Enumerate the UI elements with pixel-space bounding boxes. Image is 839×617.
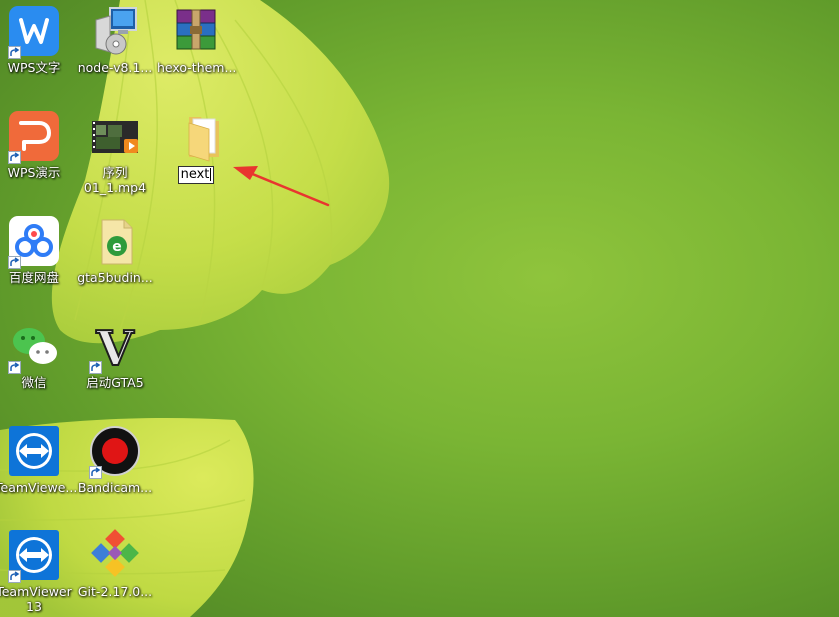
wps-writer-shortcut[interactable]: WPS文字	[0, 0, 73, 104]
node-installer[interactable]: node-v8.1...	[76, 0, 154, 104]
baidu-pan-label: 百度网盘	[8, 270, 59, 285]
shortcut-arrow-icon	[89, 466, 102, 479]
wps-presentation-label: WPS演示	[7, 165, 61, 180]
node-installer-label: node-v8.1...	[77, 60, 153, 75]
hexo-theme-label: hexo-them...	[157, 60, 237, 75]
wps-writer-icon	[7, 4, 61, 59]
teamviewer-label: TeamViewe...	[0, 480, 78, 495]
video-file-label-line2: 01_1.mp4	[83, 180, 147, 195]
shortcut-arrow-icon	[8, 256, 21, 269]
bandicam-label: Bandicam...	[77, 480, 153, 495]
wps-presentation-icon	[7, 109, 61, 164]
shortcut-arrow-icon	[8, 570, 21, 583]
shortcut-arrow-icon	[8, 46, 21, 59]
text-caret	[210, 168, 212, 181]
folder-icon	[169, 109, 223, 163]
gta5budin-label: gta5budin...	[77, 270, 153, 285]
bandicam-shortcut[interactable]: Bandicam...	[76, 420, 154, 524]
hexo-theme-archive[interactable]: hexo-them...	[157, 0, 237, 104]
wps-presentation-shortcut[interactable]: WPS演示	[0, 105, 73, 209]
installer-icon	[88, 4, 142, 58]
git-installer-label: Git-2.17.0...	[77, 584, 153, 599]
gta5-launch-shortcut[interactable]: V 启动GTA5	[76, 315, 154, 419]
wechat-label: 微信	[21, 375, 47, 390]
teamviewer-icon	[7, 528, 61, 583]
folder-rename-input[interactable]: next	[177, 166, 215, 184]
desktop[interactable]: WPS文字 WPS演示 百度网盘 微信 TeamViewe... TeamVie…	[0, 0, 839, 617]
teamviewer-icon	[7, 424, 61, 478]
wechat-icon	[7, 319, 61, 374]
video-file-icon	[88, 109, 142, 163]
gta5-icon: V	[88, 319, 142, 378]
shortcut-arrow-icon	[8, 151, 21, 164]
shortcut-arrow-icon	[8, 361, 21, 374]
folder-rename-text: next	[180, 167, 210, 182]
folder-next[interactable]: next	[157, 105, 235, 209]
shortcut-arrow-icon	[89, 361, 102, 374]
svg-text:e: e	[112, 239, 122, 255]
baidu-pan-icon	[7, 214, 61, 269]
gta5budin-file[interactable]: e gta5budin...	[76, 210, 154, 314]
baidu-pan-shortcut[interactable]: 百度网盘	[0, 210, 73, 314]
wps-writer-label: WPS文字	[7, 60, 61, 75]
html-file-icon: e	[88, 214, 142, 268]
video-file[interactable]: 序列 01_1.mp4	[76, 105, 154, 209]
git-installer-icon	[88, 528, 142, 582]
wechat-shortcut[interactable]: 微信	[0, 315, 73, 419]
video-file-label-line1: 序列	[102, 165, 128, 180]
teamviewer13-label-line1: TeamViewer	[0, 584, 72, 599]
teamviewer-shortcut[interactable]: TeamViewe...	[0, 420, 78, 524]
git-installer[interactable]: Git-2.17.0...	[76, 524, 154, 617]
gta5-launch-label: 启动GTA5	[86, 375, 144, 390]
winrar-archive-icon	[169, 4, 223, 58]
teamviewer13-label-line2: 13	[26, 599, 42, 614]
bandicam-icon	[88, 424, 142, 479]
teamviewer13-shortcut[interactable]: TeamViewer 13	[0, 524, 73, 617]
